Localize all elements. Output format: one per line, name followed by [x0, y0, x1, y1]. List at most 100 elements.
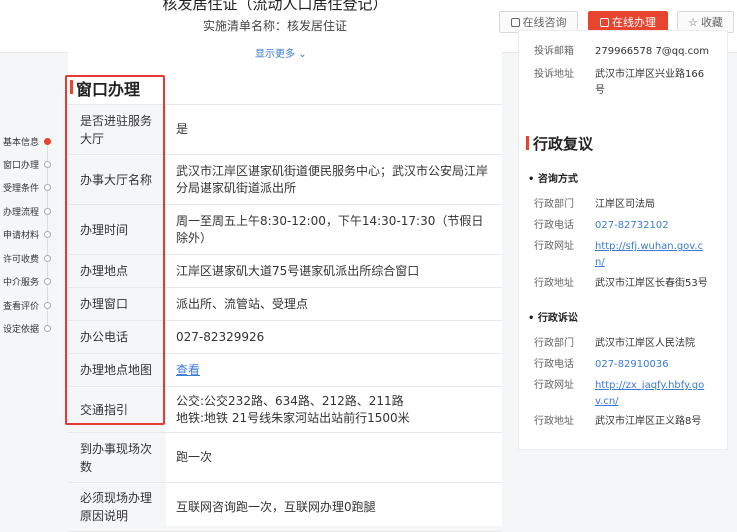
consult-address-row: 行政地址 武汉市江岸区长春街53号	[534, 276, 724, 292]
row-value: http://sfj.wuhan.gov.cn/	[595, 239, 705, 271]
nav-item-conditions[interactable]: 受理条件	[3, 181, 55, 197]
consult-title: 咨询方式	[537, 174, 578, 185]
row-label: 是否进驻服务大厅	[68, 105, 166, 154]
row-label: 行政网址	[534, 380, 574, 391]
row-value: 027-82732102	[595, 220, 669, 231]
row-label: 行政地址	[534, 278, 574, 289]
row-value: 027-82329926	[176, 329, 265, 344]
document-icon	[600, 17, 609, 27]
row-label: 行政电话	[534, 359, 574, 370]
traffic-metro: 地铁:地铁 21号线朱家河站出站前行1500米	[176, 410, 410, 425]
row-value: 武汉市江岸区长春街53号	[595, 278, 708, 289]
chat-icon	[510, 17, 520, 27]
show-more-label: 显示更多	[255, 49, 295, 60]
nav-item-basic-info[interactable]: 基本信息	[3, 135, 55, 151]
nav-item-agency[interactable]: 中介服务	[3, 275, 55, 291]
show-more-link[interactable]: 显示更多 ⌄	[255, 45, 307, 60]
row-label: 到办事现场次数	[68, 433, 166, 482]
row-label: 交通指引	[68, 387, 166, 432]
complaint-address-row: 投诉地址 武汉市江岸区兴业路166号	[534, 67, 714, 99]
nav-item-window[interactable]: 窗口办理	[3, 158, 55, 174]
nav-item-materials[interactable]: 申请材料	[3, 228, 55, 244]
row-label: 投诉邮箱	[534, 46, 574, 57]
map-view-link[interactable]: 查看	[176, 362, 200, 379]
list-name: 实施清单名称：核发居住证	[202, 19, 347, 33]
nav-item-label: 申请材料	[3, 231, 40, 241]
nav-item-label: 窗口办理	[3, 161, 40, 171]
nav-dot-icon	[44, 278, 51, 285]
chevron-down-icon: ⌄	[298, 49, 307, 60]
row-label: 办事大厅名称	[68, 155, 166, 204]
table-row: 必须现场办理原因说明 互联网咨询跑一次，互联网办理0跑腿	[68, 483, 502, 532]
online-consult-label: 在线咨询	[522, 16, 567, 29]
nav-dot-icon	[44, 302, 51, 309]
table-row: 办事大厅名称 武汉市江岸区谌家矶街道便民服务中心；武汉市公安局江岸分局谌家矶街道…	[68, 155, 502, 205]
section-title-review: 行政复议	[533, 135, 594, 153]
consult-dept-row: 行政部门 江岸区司法局	[534, 197, 724, 213]
nav-dot-icon	[44, 161, 51, 168]
nav-item-label: 受理条件	[3, 184, 40, 194]
row-value: 武汉市江岸区兴业路166号	[595, 69, 705, 96]
consult-url-row: 行政网址 http://sfj.wuhan.gov.cn/	[534, 239, 724, 271]
row-label: 投诉地址	[534, 69, 574, 80]
row-label: 办理地点	[68, 255, 166, 287]
row-label: 办公电话	[68, 321, 166, 353]
row-value: 查看	[166, 354, 502, 386]
nav-dot-icon	[44, 231, 51, 238]
nav-item-process[interactable]: 办理流程	[3, 205, 55, 221]
nav-item-reviews[interactable]: 查看评价	[3, 299, 55, 315]
litigation-url-link[interactable]: http://zx_jaqfy.hbfy.gov.cn/	[595, 380, 704, 407]
row-label: 必须现场办理原因说明	[68, 483, 166, 531]
page-title: 核发居住证（流动人口居住登记）	[162, 0, 388, 13]
row-value: 周一至周五上午8:30-12:00，下午14:30-17:30（节假日除外）	[176, 213, 484, 245]
row-label: 行政电话	[534, 220, 574, 231]
table-row: 办公电话 027-82329926	[68, 321, 502, 354]
litigation-phone-row: 行政电话 027-82910036	[534, 357, 724, 373]
nav-item-basis[interactable]: 设定依据	[3, 322, 55, 338]
nav-dot-icon	[44, 184, 51, 191]
table-row: 办理窗口 派出所、流管站、受理点	[68, 288, 502, 321]
row-value: 派出所、流管站、受理点	[176, 296, 309, 311]
row-value: 武汉市江岸区正义路8号	[595, 416, 702, 427]
nav-dot-icon	[44, 208, 51, 215]
table-row: 到办事现场次数 跑一次	[68, 433, 502, 483]
nav-item-label: 许可收费	[3, 255, 40, 265]
litigation-subtitle: • 行政诉讼	[528, 313, 578, 324]
row-value: 是	[176, 122, 189, 136]
row-value: 江岸区谌家矶大道75号谌家矶派出所综合窗口	[176, 263, 420, 278]
consult-subtitle: • 咨询方式	[528, 174, 578, 185]
nav-item-fees[interactable]: 许可收费	[3, 252, 55, 268]
star-icon: ☆	[688, 15, 698, 29]
nav-dot-icon	[44, 325, 51, 332]
table-row: 办理地点 江岸区谌家矶大道75号谌家矶派出所综合窗口	[68, 255, 502, 288]
litigation-title: 行政诉讼	[537, 313, 578, 324]
nav-item-label: 基本信息	[3, 138, 40, 148]
nav-item-label: 中介服务	[3, 278, 40, 288]
table-row: 是否进驻服务大厅 是	[68, 105, 502, 155]
row-value: 公交:公交232路、634路、212路、211路 地铁:地铁 21号线朱家河站出…	[166, 387, 502, 432]
favorite-label: 收藏	[700, 16, 723, 29]
row-value: 027-82910036	[595, 359, 669, 370]
row-label: 办理窗口	[68, 288, 166, 320]
window-info-table: 是否进驻服务大厅 是 办事大厅名称 武汉市江岸区谌家矶街道便民服务中心；武汉市公…	[68, 104, 502, 532]
row-value: 互联网咨询跑一次，互联网办理0跑腿	[176, 499, 376, 514]
table-row: 办理时间 周一至周五上午8:30-12:00，下午14:30-17:30（节假日…	[68, 205, 502, 255]
nav-dot-icon	[44, 255, 51, 262]
row-value: 279966578 7@qq.com	[595, 46, 710, 57]
row-label: 行政网址	[534, 241, 574, 252]
section-accent-bar	[526, 136, 529, 150]
online-handle-label: 在线办理	[612, 16, 656, 29]
litigation-address-row: 行政地址 武汉市江岸区正义路8号	[534, 414, 724, 430]
row-value: http://zx_jaqfy.hbfy.gov.cn/	[595, 378, 707, 410]
complaint-email-row: 投诉邮箱 279966578 7@qq.com	[534, 44, 724, 60]
row-label: 行政部门	[534, 199, 574, 210]
litigation-dept-row: 行政部门 武汉市江岸区人民法院	[534, 336, 724, 352]
nav-dot-icon	[44, 138, 51, 145]
section-accent-bar	[70, 80, 73, 94]
row-value: 武汉市江岸区人民法院	[595, 338, 695, 349]
consult-url-link[interactable]: http://sfj.wuhan.gov.cn/	[595, 241, 703, 268]
litigation-url-row: 行政网址 http://zx_jaqfy.hbfy.gov.cn/	[534, 378, 724, 410]
table-row: 办理地点地图 查看	[68, 354, 502, 387]
nav-item-label: 查看评价	[3, 302, 40, 312]
row-label: 行政部门	[534, 338, 574, 349]
